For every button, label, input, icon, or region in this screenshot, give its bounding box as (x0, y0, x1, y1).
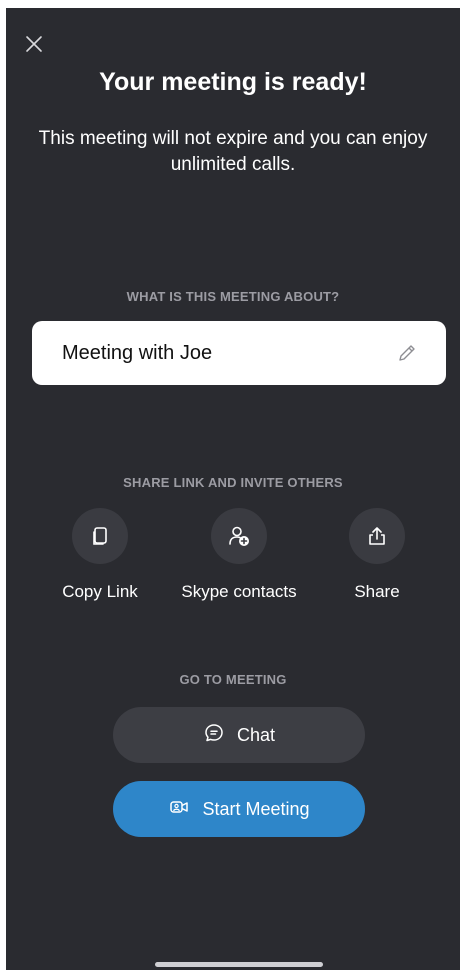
topic-section-label: WHAT IS THIS MEETING ABOUT? (126, 289, 340, 304)
share-button[interactable]: Share (338, 508, 416, 602)
skype-contacts-button[interactable]: Skype contacts (169, 508, 309, 602)
page-subtitle: This meeting will not expire and you can… (38, 128, 428, 175)
skype-contacts-label: Skype contacts (181, 582, 297, 601)
chat-button-label: Chat (236, 724, 276, 745)
chat-button[interactable]: Chat (113, 707, 365, 763)
share-icon (349, 508, 405, 564)
page-title: Your meeting is ready! (99, 68, 367, 96)
start-meeting-label: Start Meeting (202, 798, 310, 819)
go-to-meeting-label: GO TO MEETING (179, 672, 287, 687)
add-contact-icon (211, 508, 267, 564)
meeting-topic-value: Meeting with Joe (62, 341, 213, 364)
chat-icon (203, 722, 237, 749)
meeting-topic-field[interactable]: Meeting with Joe (32, 321, 446, 385)
meeting-ready-screen: Your meeting is ready! This meeting will… (6, 8, 460, 970)
close-icon[interactable] (24, 34, 44, 54)
share-section-label: SHARE LINK AND INVITE OTHERS (123, 475, 343, 490)
home-indicator (155, 962, 323, 967)
copy-link-button[interactable]: Copy Link (56, 508, 144, 602)
share-label: Share (354, 582, 400, 601)
copy-icon (72, 508, 128, 564)
copy-link-label: Copy Link (62, 582, 138, 601)
video-call-icon (168, 796, 202, 823)
pencil-icon[interactable] (396, 342, 418, 364)
start-meeting-button[interactable]: Start Meeting (113, 781, 365, 837)
